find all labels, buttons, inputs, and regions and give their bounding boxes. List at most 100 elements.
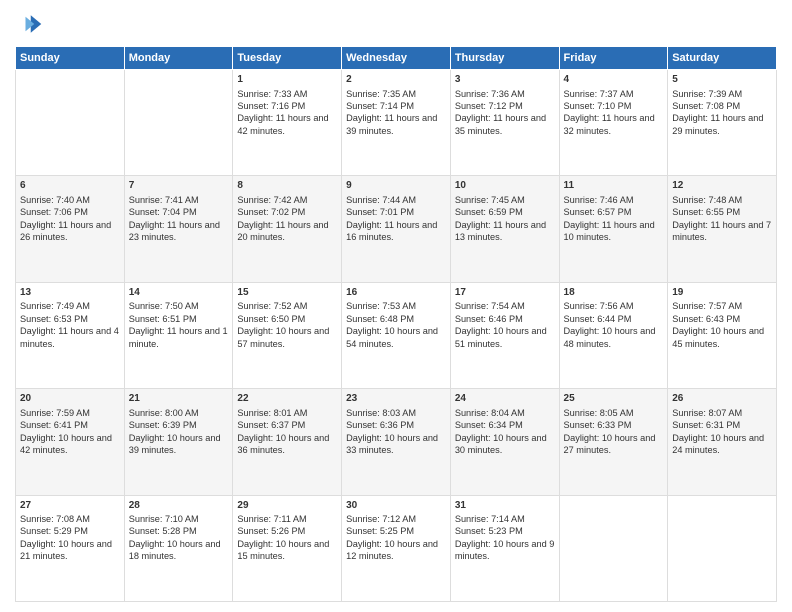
sunset-text: Sunset: 6:44 PM: [564, 314, 632, 324]
col-header-thursday: Thursday: [450, 47, 559, 70]
day-number: 23: [346, 392, 446, 406]
daylight-text: Daylight: 10 hours and 24 minutes.: [672, 433, 764, 455]
daylight-text: Daylight: 11 hours and 35 minutes.: [455, 113, 546, 135]
sunset-text: Sunset: 5:28 PM: [129, 526, 197, 536]
day-number: 8: [237, 179, 337, 193]
daylight-text: Daylight: 10 hours and 36 minutes.: [237, 433, 329, 455]
daylight-text: Daylight: 11 hours and 10 minutes.: [564, 220, 655, 242]
calendar-cell: 20 Sunrise: 7:59 AM Sunset: 6:41 PM Dayligh…: [16, 389, 125, 495]
calendar-row-0: 1 Sunrise: 7:33 AM Sunset: 7:16 PM Daylight…: [16, 70, 777, 176]
daylight-text: Daylight: 11 hours and 29 minutes.: [672, 113, 763, 135]
header-row: SundayMondayTuesdayWednesdayThursdayFrid…: [16, 47, 777, 70]
sunset-text: Sunset: 6:41 PM: [20, 420, 88, 430]
sunrise-text: Sunrise: 7:08 AM: [20, 514, 90, 524]
calendar-cell: 7 Sunrise: 7:41 AM Sunset: 7:04 PM Daylight…: [124, 176, 233, 282]
daylight-text: Daylight: 10 hours and 42 minutes.: [20, 433, 112, 455]
sunset-text: Sunset: 6:48 PM: [346, 314, 414, 324]
daylight-text: Daylight: 11 hours and 39 minutes.: [346, 113, 437, 135]
day-number: 20: [20, 392, 120, 406]
sunrise-text: Sunrise: 8:07 AM: [672, 408, 742, 418]
calendar-cell: 9Sunrise: 7:44 AMSunset: 7:01 PMDaylight…: [342, 176, 451, 282]
day-number: 3: [455, 73, 555, 87]
sunrise-text: Sunrise: 7:42 AM: [237, 195, 307, 205]
calendar-cell: 5Sunrise: 7:39 AMSunset: 7:08 PMDaylight…: [668, 70, 777, 176]
page: SundayMondayTuesdayWednesdayThursdayFrid…: [0, 0, 792, 612]
sunrise-text: Sunrise: 7:41 AM: [129, 195, 199, 205]
col-header-friday: Friday: [559, 47, 668, 70]
sunset-text: Sunset: 7:10 PM: [564, 101, 632, 111]
sunset-text: Sunset: 7:04 PM: [129, 207, 197, 217]
sunrise-text: Sunrise: 7:35 AM: [346, 89, 416, 99]
sunrise-text: Sunrise: 7:36 AM: [455, 89, 525, 99]
day-number: 6: [20, 179, 120, 193]
calendar-cell: 17Sunrise: 7:54 AMSunset: 6:46 PMDayligh…: [450, 282, 559, 388]
sunset-text: Sunset: 6:59 PM: [455, 207, 523, 217]
daylight-text: Daylight: 10 hours and 39 minutes.: [129, 433, 221, 455]
sunset-text: Sunset: 6:51 PM: [129, 314, 197, 324]
daylight-text: Daylight: 11 hours and 7 minutes.: [672, 220, 771, 242]
sunset-text: Sunset: 7:14 PM: [346, 101, 414, 111]
daylight-text: Daylight: 10 hours and 27 minutes.: [564, 433, 656, 455]
sunrise-text: Sunrise: 7:59 AM: [20, 408, 90, 418]
sunset-text: Sunset: 6:53 PM: [20, 314, 88, 324]
daylight-text: Daylight: 10 hours and 12 minutes.: [346, 539, 438, 561]
calendar-cell: 10Sunrise: 7:45 AMSunset: 6:59 PMDayligh…: [450, 176, 559, 282]
calendar-cell: [124, 70, 233, 176]
sunset-text: Sunset: 6:36 PM: [346, 420, 414, 430]
sunset-text: Sunset: 6:34 PM: [455, 420, 523, 430]
sunset-text: Sunset: 7:16 PM: [237, 101, 305, 111]
sunrise-text: Sunrise: 7:33 AM: [237, 89, 307, 99]
calendar-cell: 29Sunrise: 7:11 AMSunset: 5:26 PMDayligh…: [233, 495, 342, 601]
calendar-cell: 24Sunrise: 8:04 AMSunset: 6:34 PMDayligh…: [450, 389, 559, 495]
logo: [15, 10, 47, 38]
sunset-text: Sunset: 7:12 PM: [455, 101, 523, 111]
day-number: 29: [237, 499, 337, 513]
calendar-cell: 23Sunrise: 8:03 AMSunset: 6:36 PMDayligh…: [342, 389, 451, 495]
day-number: 11: [564, 179, 664, 193]
col-header-tuesday: Tuesday: [233, 47, 342, 70]
daylight-text: Daylight: 11 hours and 32 minutes.: [564, 113, 655, 135]
daylight-text: Daylight: 10 hours and 30 minutes.: [455, 433, 547, 455]
sunrise-text: Sunrise: 7:10 AM: [129, 514, 199, 524]
daylight-text: Daylight: 10 hours and 57 minutes.: [237, 326, 329, 348]
sunrise-text: Sunrise: 7:52 AM: [237, 301, 307, 311]
sunset-text: Sunset: 6:57 PM: [564, 207, 632, 217]
sunset-text: Sunset: 7:06 PM: [20, 207, 88, 217]
day-number: 31: [455, 499, 555, 513]
calendar-cell: [16, 70, 125, 176]
sunset-text: Sunset: 7:08 PM: [672, 101, 740, 111]
col-header-saturday: Saturday: [668, 47, 777, 70]
calendar-cell: 6Sunrise: 7:40 AMSunset: 7:06 PMDaylight…: [16, 176, 125, 282]
daylight-text: Daylight: 10 hours and 15 minutes.: [237, 539, 329, 561]
sunrise-text: Sunrise: 7:11 AM: [237, 514, 306, 524]
sunset-text: Sunset: 6:37 PM: [237, 420, 305, 430]
sunrise-text: Sunrise: 7:46 AM: [564, 195, 634, 205]
day-number: 19: [672, 286, 772, 300]
day-number: 4: [564, 73, 664, 87]
sunrise-text: Sunrise: 8:00 AM: [129, 408, 199, 418]
calendar-cell: 16Sunrise: 7:53 AMSunset: 6:48 PMDayligh…: [342, 282, 451, 388]
daylight-text: Daylight: 11 hours and 23 minutes.: [129, 220, 220, 242]
day-number: 7: [129, 179, 229, 193]
calendar-cell: 22Sunrise: 8:01 AMSunset: 6:37 PMDayligh…: [233, 389, 342, 495]
daylight-text: Daylight: 11 hours and 4 minutes.: [20, 326, 119, 348]
sunset-text: Sunset: 7:02 PM: [237, 207, 305, 217]
sunset-text: Sunset: 6:31 PM: [672, 420, 740, 430]
day-number: 21: [129, 392, 229, 406]
daylight-text: Daylight: 10 hours and 33 minutes.: [346, 433, 438, 455]
daylight-text: Daylight: 11 hours and 1 minute.: [129, 326, 228, 348]
daylight-text: Daylight: 11 hours and 16 minutes.: [346, 220, 437, 242]
sunrise-text: Sunrise: 7:40 AM: [20, 195, 90, 205]
calendar-row-3: 20 Sunrise: 7:59 AM Sunset: 6:41 PM Dayligh…: [16, 389, 777, 495]
sunrise-text: Sunrise: 7:44 AM: [346, 195, 416, 205]
day-number: 22: [237, 392, 337, 406]
daylight-text: Daylight: 10 hours and 45 minutes.: [672, 326, 764, 348]
day-number: 14: [129, 286, 229, 300]
day-number: 1: [237, 73, 337, 87]
calendar-cell: 31Sunrise: 7:14 AMSunset: 5:23 PMDayligh…: [450, 495, 559, 601]
day-number: 18: [564, 286, 664, 300]
sunrise-text: Sunrise: 8:05 AM: [564, 408, 634, 418]
sunrise-text: Sunrise: 7:56 AM: [564, 301, 634, 311]
calendar-cell: 28Sunrise: 7:10 AMSunset: 5:28 PMDayligh…: [124, 495, 233, 601]
calendar-cell: 27Sunrise: 7:08 AMSunset: 5:29 PMDayligh…: [16, 495, 125, 601]
